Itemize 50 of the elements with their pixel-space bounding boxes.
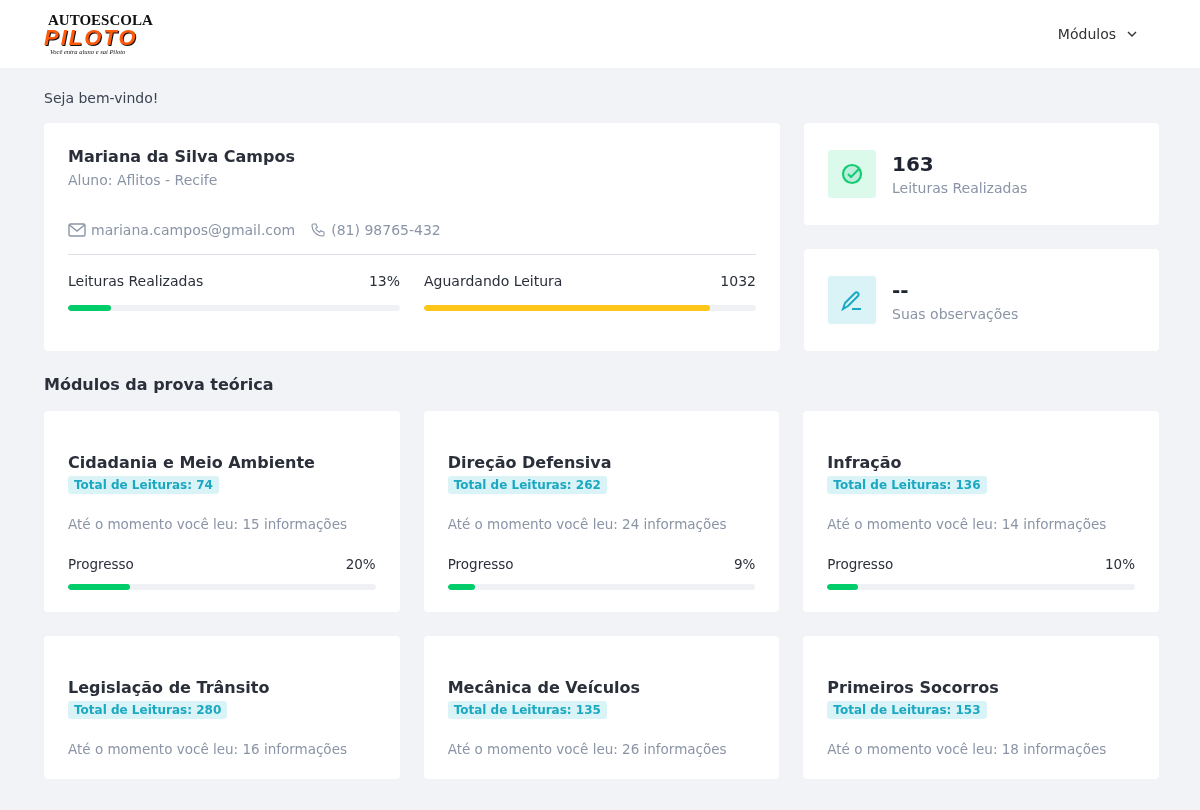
email-text: mariana.campos@gmail.com bbox=[91, 222, 296, 238]
modules-menu[interactable]: Módulos bbox=[1053, 22, 1142, 46]
progress-label: Progresso bbox=[68, 556, 134, 572]
module-description: Até o momento você leu: 15 informações bbox=[68, 516, 348, 532]
logo-brand: PILOTO bbox=[44, 26, 138, 49]
readings-badge: Total de Leituras: 262 bbox=[447, 476, 607, 494]
module-title: Mecânica de Veículos bbox=[447, 678, 642, 697]
summary-value: 163 bbox=[892, 152, 935, 176]
module-description: Até o momento você leu: 16 informações bbox=[68, 741, 348, 757]
readings-badge: Total de Leituras: 135 bbox=[447, 701, 607, 719]
module-title: Infração bbox=[827, 453, 903, 472]
progress-percent: 10% bbox=[1104, 556, 1135, 572]
readings-badge: Total de Leituras: 74 bbox=[68, 476, 219, 494]
module-title: Direção Defensiva bbox=[447, 453, 613, 472]
module-description: Até o momento você leu: 14 informações bbox=[827, 516, 1108, 532]
welcome-text: Seja bem-vindo! bbox=[44, 89, 160, 108]
module-description: Até o momento você leu: 26 informações bbox=[447, 741, 728, 757]
progress-label: Progresso bbox=[447, 556, 514, 572]
stat-label: Leituras Realizadas bbox=[68, 273, 204, 289]
module-description: Até o momento você leu: 24 informações bbox=[447, 516, 728, 532]
summary-value: -- bbox=[892, 278, 910, 302]
readings-badge: Total de Leituras: 153 bbox=[827, 701, 987, 719]
section-title: Módulos da prova teórica bbox=[44, 375, 275, 394]
stat-label: Aguardando Leitura bbox=[424, 273, 563, 289]
stat-value: 13% bbox=[368, 273, 400, 289]
module-title: Legislação de Trânsito bbox=[68, 678, 271, 697]
module-card[interactable]: Mecânica de Veículos Total de Leituras: 135 Até o momento você leu: 26 informações bbox=[423, 636, 780, 779]
pen-icon bbox=[828, 276, 876, 324]
module-card[interactable]: Primeiros Socorros Total de Leituras: 153 Até o momento você leu: 18 informações bbox=[803, 636, 1159, 779]
module-description: Até o momento você leu: 18 informações bbox=[827, 741, 1108, 757]
module-card[interactable]: Cidadania e Meio Ambiente Total de Leituras: 74 Até o momento você leu: 15 informações Progresso 20% bbox=[44, 411, 400, 612]
module-card[interactable]: Infração Total de Leituras: 136 Até o momento você leu: 14 informações Progresso 10% bbox=[803, 411, 1159, 612]
summary-label: Suas observações bbox=[892, 306, 1019, 322]
readings-badge: Total de Leituras: 136 bbox=[827, 476, 987, 494]
student-name: Mariana da Silva Campos bbox=[68, 147, 296, 166]
progress-percent: 9% bbox=[733, 556, 756, 572]
mail-icon bbox=[68, 223, 86, 237]
stat-value: 1032 bbox=[720, 273, 756, 289]
phone-text: (81) 98765-432 bbox=[331, 222, 441, 238]
readings-badge: Total de Leituras: 280 bbox=[68, 701, 228, 719]
logo-text: AUTOESCOLA bbox=[48, 12, 153, 28]
student-location: Aluno: Aflitos - Recife bbox=[68, 172, 219, 188]
progress-percent: 20% bbox=[345, 556, 376, 572]
module-card[interactable]: Legislação de Trânsito Total de Leituras: 280 Até o momento você leu: 16 informações bbox=[44, 636, 400, 779]
module-card[interactable]: Direção Defensiva Total de Leituras: 262 Até o momento você leu: 24 informações Progresso 9% bbox=[423, 411, 780, 612]
summary-label: Leituras Realizadas bbox=[892, 180, 1028, 196]
module-title: Cidadania e Meio Ambiente bbox=[68, 453, 316, 472]
progress-label: Progresso bbox=[827, 556, 894, 572]
module-title: Primeiros Socorros bbox=[827, 678, 1000, 697]
phone-icon bbox=[310, 222, 327, 238]
